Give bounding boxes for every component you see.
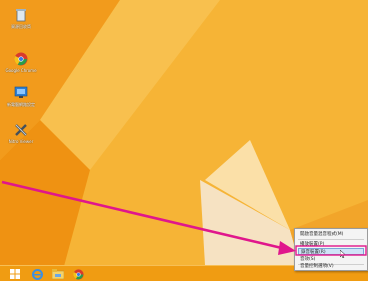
chrome-taskbar-icon [72,268,84,280]
recycle-bin-icon [16,9,26,22]
taskbar-chrome-button[interactable] [71,268,85,280]
menu-item-volume-mixer[interactable]: 開啟音量混音程式(M) [298,231,364,238]
file-explorer-icon [52,269,64,279]
start-button[interactable] [8,268,22,280]
desktop-icon-network[interactable]: 新電腦網路設定 [6,86,36,107]
desktop-icon-recycle-bin[interactable]: 資源回收筒 [6,8,36,29]
menu-item-volume-control-options[interactable]: 音量控制選項(V) [298,263,364,270]
taskbar-explorer-button[interactable] [51,268,65,280]
nitro-label: Nitro Viewer [8,139,34,144]
network-icon [14,86,28,98]
menu-item-recording-devices[interactable]: 錄音裝置(R) [298,248,364,255]
volume-context-menu: 開啟音量混音程式(M) 播放裝置(P) 錄音裝置(R) 音效(S) 音量控制選項… [294,228,368,271]
mouse-cursor-icon [340,250,346,258]
desktop-icon-chrome[interactable]: Google Chrome [5,52,37,73]
start-button-icon [10,269,20,279]
recycle-bin-label: 資源回收筒 [11,24,31,29]
ie-icon [31,268,43,280]
chrome-label: Google Chrome [5,68,37,73]
desktop-screen: 資源回收筒 Google Chrome 新電腦網路設定 Nitro Viewer… [0,0,368,281]
taskbar-ie-button[interactable] [30,268,44,280]
menu-item-sounds[interactable]: 音效(S) [298,256,364,263]
menu-separator [298,239,364,240]
network-label: 新電腦網路設定 [7,102,35,107]
chrome-icon [14,52,28,66]
menu-item-playback-devices[interactable]: 播放裝置(P) [298,241,364,248]
close-app-icon [15,124,27,136]
desktop-icon-nitro[interactable]: Nitro Viewer [6,123,36,144]
